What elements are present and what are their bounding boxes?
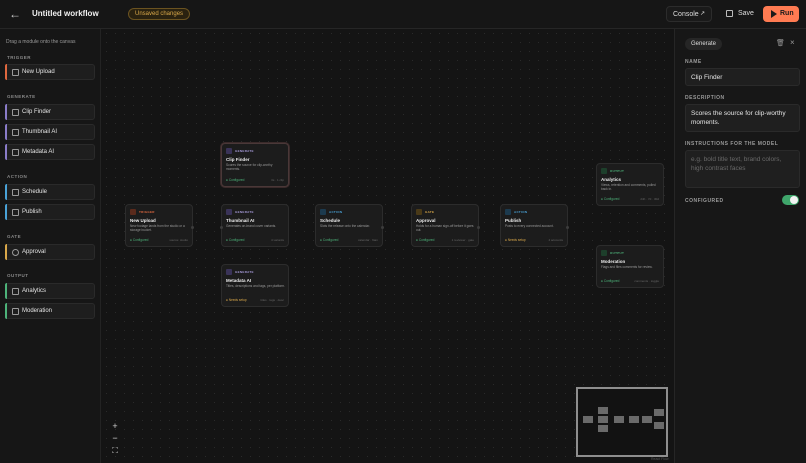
palette-hint: Drag a module onto the canvas — [6, 39, 76, 45]
name-field[interactable]: Clip Finder — [685, 68, 800, 86]
section-action: ACTION — [7, 174, 28, 179]
status-badge: ● Configured — [226, 178, 245, 182]
description-label: DESCRIPTION — [685, 95, 725, 101]
chart-icon — [12, 288, 19, 295]
upload-icon — [12, 69, 19, 76]
tag-icon — [12, 149, 19, 156]
check-circle-icon — [12, 249, 19, 256]
image-icon — [226, 209, 232, 215]
name-label: NAME — [685, 59, 702, 65]
status-badge: ● Needs setup — [505, 238, 526, 242]
module-thumbnail-ai[interactable]: Thumbnail AI — [5, 124, 95, 140]
console-button[interactable]: Console ↗ — [666, 6, 712, 22]
status-badge: ● Configured — [601, 197, 620, 201]
node-type-tab: Generate — [685, 38, 723, 50]
play-icon — [771, 10, 777, 18]
input-handle[interactable] — [220, 225, 223, 229]
minimap-node — [629, 416, 639, 423]
inspector-panel: Generate 🗑 × NAME Clip Finder DESCRIPTIO… — [674, 29, 806, 463]
close-icon[interactable]: × — [790, 38, 795, 47]
output-handle[interactable] — [191, 225, 194, 229]
section-output: OUTPUT — [7, 273, 29, 278]
module-clip-finder[interactable]: Clip Finder — [5, 104, 95, 120]
send-icon — [505, 209, 511, 215]
external-link-icon: ↗ — [699, 11, 705, 17]
fit-view-button[interactable]: ⛶ — [109, 445, 121, 457]
minimap-node — [598, 416, 608, 423]
module-approval[interactable]: Approval — [5, 244, 95, 260]
node-thumbnail-ai[interactable]: GENERATE Thumbnail AI Generates on-brand… — [220, 204, 289, 247]
minimap-node — [642, 416, 652, 423]
output-handle[interactable] — [381, 225, 384, 229]
node-publish[interactable]: ACTION Publish Posts to every connected … — [500, 204, 569, 247]
module-metadata-ai[interactable]: Metadata AI — [5, 144, 95, 160]
run-button[interactable]: Run — [763, 6, 799, 22]
zoom-out-button[interactable]: − — [109, 432, 121, 444]
node-moderation[interactable]: OUTPUT Moderation Flags and files commen… — [596, 245, 664, 288]
node-schedule[interactable]: ACTION Schedule Slots the release onto t… — [315, 204, 384, 247]
image-icon — [12, 129, 19, 136]
minimap[interactable] — [576, 387, 668, 457]
scissors-icon — [226, 148, 232, 154]
node-clip-finder[interactable]: GENERATE Clip Finder Scores the source f… — [221, 143, 289, 187]
save-button[interactable]: Save — [720, 6, 756, 22]
status-badge: ● Configured — [320, 238, 339, 242]
minimap-node — [598, 425, 608, 432]
instructions-label: INSTRUCTIONS FOR THE MODEL — [685, 141, 779, 147]
zoom-in-button[interactable]: + — [109, 420, 121, 432]
calendar-icon — [320, 209, 326, 215]
node-analytics[interactable]: OUTPUT Analytics Views, retention and co… — [596, 163, 664, 206]
workflow-title[interactable]: Untitled workflow — [32, 9, 99, 18]
scissors-icon — [12, 109, 19, 116]
minimap-node — [598, 407, 608, 414]
output-handle[interactable] — [566, 225, 569, 229]
configured-toggle[interactable] — [782, 195, 799, 205]
status-badge: ● Needs setup — [226, 298, 247, 302]
calendar-icon — [12, 189, 19, 196]
instructions-field[interactable]: e.g. bold title text, brand colors, high… — [685, 150, 800, 188]
send-icon — [12, 209, 19, 216]
section-generate: GENERATE — [7, 94, 36, 99]
module-publish[interactable]: Publish — [5, 204, 95, 220]
message-icon — [12, 308, 19, 315]
minimap-node — [654, 422, 664, 429]
node-approval[interactable]: GATE Approval Holds for a human sign-off… — [411, 204, 480, 247]
output-handle[interactable] — [477, 225, 480, 229]
back-arrow-icon[interactable]: ← — [9, 8, 21, 20]
module-analytics[interactable]: Analytics — [5, 283, 95, 299]
module-moderation[interactable]: Moderation — [5, 303, 95, 319]
minimap-node — [583, 416, 593, 423]
module-palette: Drag a module onto the canvas TRIGGER Ne… — [0, 29, 101, 463]
configured-label: CONFIGURED — [685, 198, 724, 204]
section-trigger: TRIGGER — [7, 55, 32, 60]
status-badge: ● Configured — [130, 238, 149, 242]
toggle-knob — [790, 196, 798, 204]
floppy-icon — [726, 10, 733, 17]
node-metadata-ai[interactable]: GENERATE Metadata AI Titles, description… — [221, 264, 289, 307]
status-badge: ● Configured — [226, 238, 245, 242]
status-badge: ● Configured — [601, 279, 620, 283]
upload-icon — [130, 209, 136, 215]
tag-icon — [226, 269, 232, 275]
minimap-node — [614, 416, 624, 423]
check-circle-icon — [416, 209, 422, 215]
save-label: Save — [738, 10, 754, 17]
trash-icon[interactable]: 🗑 — [776, 39, 785, 47]
run-label: Run — [780, 10, 794, 17]
module-new-upload[interactable]: New Upload — [5, 64, 95, 80]
module-schedule[interactable]: Schedule — [5, 184, 95, 200]
section-gate: GATE — [7, 234, 22, 239]
chart-icon — [601, 168, 607, 174]
minimap-node — [654, 409, 664, 416]
description-field[interactable]: Scores the source for clip-worthy moment… — [685, 104, 800, 132]
message-icon — [601, 250, 607, 256]
node-new-upload[interactable]: TRIGGER New Upload New footage lands fro… — [125, 204, 194, 247]
react-flow-credit[interactable]: React Flow — [651, 457, 669, 461]
unsaved-changes-badge: Unsaved changes — [128, 8, 191, 20]
top-bar: ← Untitled workflow Unsaved changes Cons… — [0, 0, 806, 29]
console-label: Console — [673, 11, 699, 18]
status-badge: ● Configured — [416, 238, 435, 242]
